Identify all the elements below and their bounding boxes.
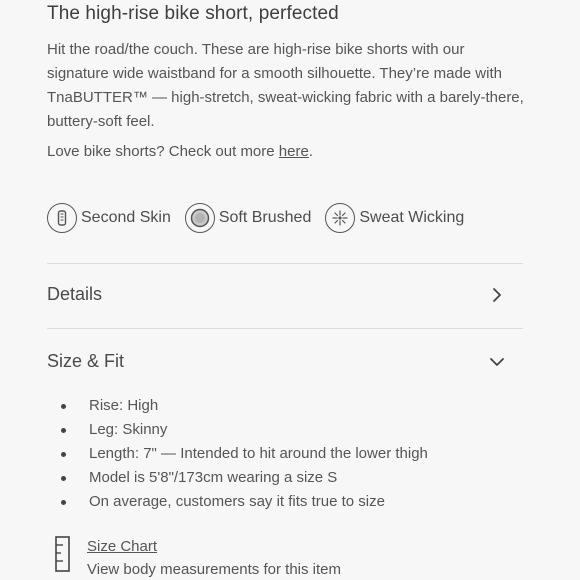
more-suffix: . — [308, 143, 313, 160]
chevron-right-icon — [487, 285, 507, 305]
list-item: Leg: Skinny — [58, 418, 428, 442]
soft-brushed-icon — [184, 203, 215, 233]
size-fit-list: Rise: High Leg: Skinny Length: 7" — Inte… — [58, 394, 428, 514]
size-fit-label: Size & Fit — [47, 351, 125, 371]
divider — [47, 328, 523, 329]
feature-label: Second Skin — [81, 209, 171, 226]
second-skin-icon — [47, 203, 77, 233]
chevron-down-icon — [487, 352, 507, 372]
more-bike-shorts-text: Love bike shorts? Check out more here. — [47, 143, 313, 160]
feature-label: Sweat Wicking — [359, 209, 465, 226]
size-chart-caption: View body measurements for this item — [87, 561, 341, 578]
product-title: The high-rise bike short, perfected — [47, 3, 339, 24]
product-description-panel: The high-rise bike short, perfected Hit … — [0, 0, 580, 580]
more-prefix: Love bike shorts? Check out more — [47, 143, 279, 160]
product-description: Hit the road/the couch. These are high-r… — [47, 41, 524, 130]
feature-soft-brushed: Soft Brushed — [184, 203, 312, 233]
ruler-icon — [53, 535, 75, 573]
details-accordion[interactable]: Details — [47, 284, 507, 305]
feature-label: Soft Brushed — [218, 209, 312, 226]
more-here-link[interactable]: here — [279, 143, 309, 160]
size-chart-link[interactable]: Size Chart — [87, 535, 341, 558]
list-item: Length: 7" — Intended to hit around the … — [58, 442, 428, 466]
feature-second-skin: Second Skin — [47, 203, 171, 233]
feature-sweat-wicking: Sweat Wicking — [325, 203, 464, 233]
details-label: Details — [47, 284, 103, 304]
list-item: Rise: High — [58, 394, 428, 418]
fabric-features: Second Skin Soft Brushed Sweat Wicking — [47, 203, 464, 233]
divider — [47, 263, 523, 264]
sweat-wicking-icon — [325, 203, 356, 233]
list-item: Model is 5'8"/173cm wearing a size S — [58, 466, 428, 490]
list-item: On average, customers say it fits true t… — [58, 490, 428, 514]
size-fit-accordion[interactable]: Size & Fit — [47, 351, 507, 372]
size-chart-entry: Size Chart View body measurements for th… — [53, 535, 341, 580]
